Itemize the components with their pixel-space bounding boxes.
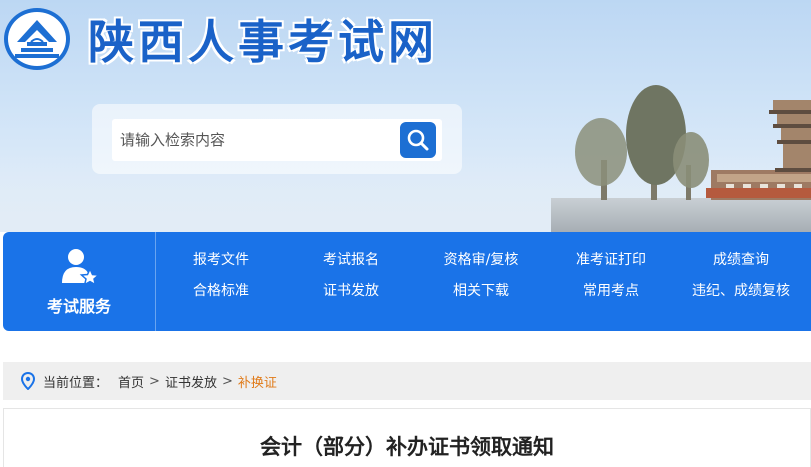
breadcrumb-current: 补换证	[237, 375, 277, 391]
service-nav: 考试服务 报考文件 考试报名 资格审/复核 准考证打印 成绩查询 合格标准 证书…	[3, 232, 811, 331]
search-panel	[92, 104, 462, 174]
article-panel: 会计（部分）补办证书领取通知	[3, 408, 811, 467]
breadcrumb-prefix: 当前位置：	[43, 375, 109, 391]
nav-link-registration[interactable]: 考试报名	[286, 250, 416, 270]
nav-link-exam-documents[interactable]: 报考文件	[156, 250, 286, 270]
search-button[interactable]	[394, 119, 442, 161]
site-title: 陕西人事考试网	[88, 15, 438, 69]
location-pin-icon	[21, 372, 35, 390]
breadcrumb-section-link[interactable]: 证书发放	[165, 372, 217, 391]
breadcrumb-separator: >	[149, 373, 160, 389]
breadcrumb-separator: >	[221, 373, 233, 389]
pagoda-scenery-image	[551, 85, 811, 232]
header-banner: 陕西人事考试网	[0, 0, 811, 232]
nav-link-qualification-review[interactable]: 资格审/复核	[416, 250, 546, 270]
nav-link-pass-standard[interactable]: 合格标准	[156, 281, 286, 301]
breadcrumb: 当前位置： 首页 > 证书发放 > 补换证	[3, 362, 811, 400]
search-icon	[400, 122, 436, 158]
nav-link-certificate-issue[interactable]: 证书发放	[286, 281, 416, 301]
nav-link-score-query[interactable]: 成绩查询	[676, 250, 806, 270]
service-heading: 考试服务	[3, 232, 156, 331]
breadcrumb-home-link[interactable]: 首页	[118, 372, 144, 391]
user-star-icon	[59, 247, 101, 289]
nav-link-violation-review[interactable]: 违纪、成绩复核	[676, 281, 806, 301]
nav-link-admission-ticket[interactable]: 准考证打印	[546, 250, 676, 270]
pagoda-emblem-icon	[4, 8, 70, 70]
service-links: 报考文件 考试报名 资格审/复核 准考证打印 成绩查询 合格标准 证书发放 相关…	[156, 250, 811, 301]
article-title: 会计（部分）补办证书领取通知	[260, 435, 554, 459]
service-heading-label: 考试服务	[46, 296, 111, 316]
nav-link-exam-sites[interactable]: 常用考点	[546, 281, 676, 301]
search-input[interactable]	[112, 119, 394, 161]
site-logo[interactable]: 陕西人事考试网	[4, 6, 438, 72]
nav-link-downloads[interactable]: 相关下载	[416, 281, 546, 301]
